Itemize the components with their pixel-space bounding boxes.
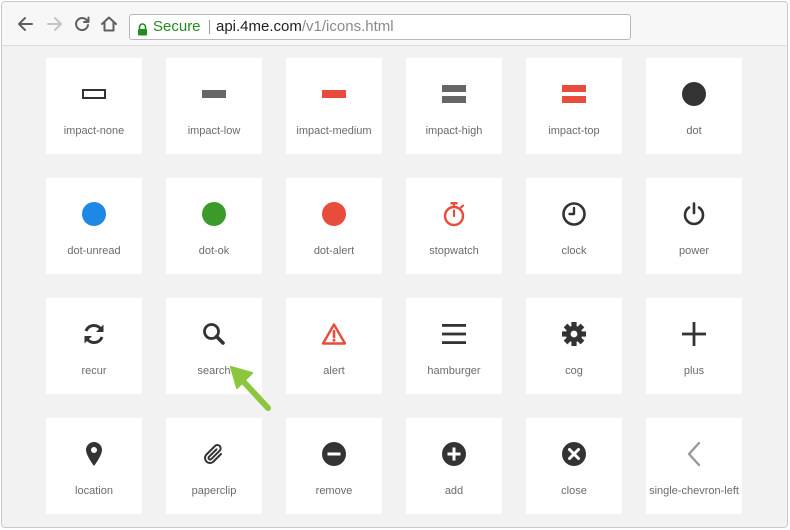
icon-tile-dot-alert[interactable]: dot-alert [286,178,382,274]
single-chevron-left-icon [646,440,742,468]
impact-high-icon [406,80,502,108]
icon-label: add [444,485,464,497]
icon-label: impact-high [425,125,483,137]
icon-tile-impact-high[interactable]: impact-high [406,58,502,154]
icon-tile-impact-top[interactable]: impact-top [526,58,622,154]
address-divider [209,20,210,34]
icon-label: impact-low [187,125,241,137]
icon-tile-plus[interactable]: plus [646,298,742,394]
icon-tile-single-chevron-left[interactable]: single-chevron-left [646,418,742,514]
icon-tile-hamburger[interactable]: hamburger [406,298,502,394]
icon-label: power [679,245,709,257]
icon-tile-dot[interactable]: dot [646,58,742,154]
icon-label: paperclip [191,485,237,497]
impact-medium-icon [286,80,382,108]
dot-icon [646,80,742,108]
url-text: api.4me.com/v1/icons.html [216,15,394,39]
icon-tile-remove[interactable]: remove [286,418,382,514]
icon-label: hamburger [427,365,481,377]
hamburger-icon [406,320,502,348]
icon-label: impact-medium [296,125,372,137]
close-icon [526,440,622,468]
icon-label: impact-top [548,125,600,137]
stopwatch-icon [406,200,502,228]
location-icon [46,440,142,468]
url-host: api.4me.com [216,18,302,35]
pointer-arrow-icon [230,366,271,411]
impact-top-icon [526,80,622,108]
secure-label: Secure [153,18,201,35]
alert-icon [286,320,382,348]
add-icon [406,440,502,468]
impact-low-icon [166,80,262,108]
icon-label: dot [686,125,702,137]
icon-label: impact-none [63,125,125,137]
icon-tile-close[interactable]: close [526,418,622,514]
clock-icon [526,200,622,228]
dot-unread-icon [46,200,142,228]
icon-label: recur [81,365,107,377]
forward-arrow-icon[interactable] [44,14,64,34]
dot-ok-icon [166,200,262,228]
url-path: /v1/icons.html [301,18,394,35]
icon-tile-impact-low[interactable]: impact-low [166,58,262,154]
icon-tile-clock[interactable]: clock [526,178,622,274]
power-icon [646,200,742,228]
search-icon [166,320,262,348]
dot-alert-icon [286,200,382,228]
icon-label: plus [683,365,705,377]
cog-icon [526,320,622,348]
icon-label: dot-ok [198,245,230,257]
reload-icon[interactable] [72,14,92,34]
icon-label: stopwatch [429,245,479,257]
browser-window: Secure api.4me.com/v1/icons.html impact-… [1,1,788,528]
icon-label: clock [561,245,587,257]
browser-toolbar: Secure api.4me.com/v1/icons.html [2,2,787,46]
paperclip-icon [166,440,262,468]
address-bar[interactable]: Secure api.4me.com/v1/icons.html [129,14,631,40]
icon-label: remove [315,485,353,497]
icon-label: alert [323,365,345,377]
icon-tile-alert[interactable]: alert [286,298,382,394]
icon-label: cog [565,365,583,377]
plus-icon [646,320,742,348]
icon-tile-power[interactable]: power [646,178,742,274]
icon-tile-dot-ok[interactable]: dot-ok [166,178,262,274]
icon-grid: impact-none impact-low impact-medium imp… [2,47,787,527]
lock-icon [137,20,148,44]
icon-label: dot-alert [313,245,355,257]
icon-tile-recur[interactable]: recur [46,298,142,394]
icon-tile-location[interactable]: location [46,418,142,514]
icon-label: location [75,485,113,497]
icon-tile-cog[interactable]: cog [526,298,622,394]
icon-label: dot-unread [67,245,121,257]
icon-tile-dot-unread[interactable]: dot-unread [46,178,142,274]
icon-tile-stopwatch[interactable]: stopwatch [406,178,502,274]
impact-none-icon [46,80,142,108]
icon-label: single-chevron-left [649,485,739,497]
remove-icon [286,440,382,468]
icon-tile-add[interactable]: add [406,418,502,514]
recur-icon [46,320,142,348]
home-icon[interactable] [99,14,119,34]
icon-label: close [561,485,587,497]
icon-tile-paperclip[interactable]: paperclip [166,418,262,514]
icon-tile-impact-medium[interactable]: impact-medium [286,58,382,154]
back-arrow-icon[interactable] [16,14,36,34]
icon-tile-impact-none[interactable]: impact-none [46,58,142,154]
